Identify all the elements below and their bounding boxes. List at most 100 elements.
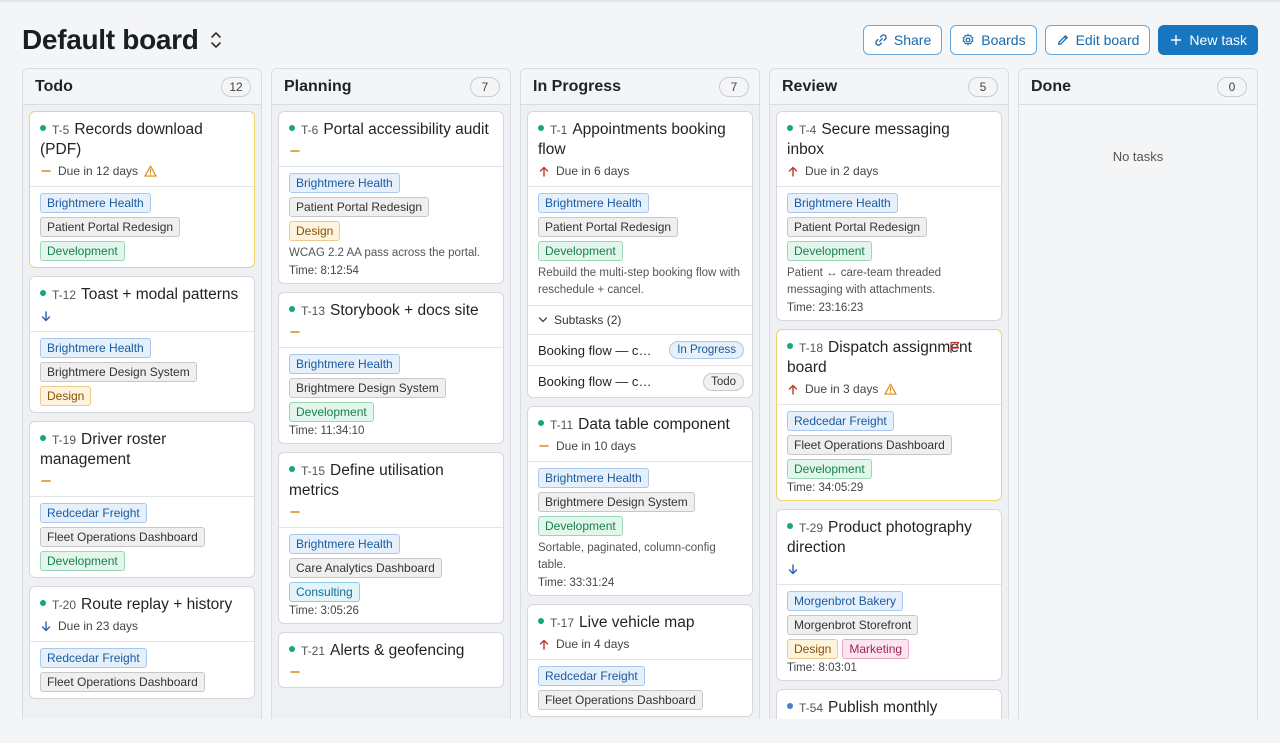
tag[interactable]: Fleet Operations Dashboard [538, 690, 703, 710]
column-header: Planning 7 [272, 69, 510, 105]
tag[interactable]: Consulting [289, 582, 360, 602]
tag[interactable]: Fleet Operations Dashboard [787, 435, 952, 455]
tag[interactable]: Morgenbrot Storefront [787, 615, 919, 635]
tag[interactable]: Brightmere Design System [289, 378, 446, 398]
tag[interactable]: Design [289, 221, 341, 241]
task-card[interactable]: T-29 Product photography direction Morgen… [776, 509, 1002, 681]
tag[interactable]: Development [538, 241, 623, 261]
task-card[interactable]: T-11 Data table component Due in 10 days … [527, 406, 753, 596]
task-card[interactable]: T-12 Toast + modal patterns Brightmere He… [29, 276, 255, 413]
task-card[interactable]: T-15 Define utilisation metrics Brightmer… [278, 452, 504, 624]
task-header: T-18 Dispatch assignment board Due in 3 d… [777, 330, 1001, 404]
tag[interactable]: Fleet Operations Dashboard [40, 527, 205, 547]
task-card[interactable]: T-19 Driver roster management Redcedar Fr… [29, 421, 255, 578]
tag[interactable]: Development [538, 516, 623, 536]
tag[interactable]: Brightmere Health [538, 193, 649, 213]
tag[interactable]: Brightmere Health [289, 534, 400, 554]
tag[interactable]: Morgenbrot Bakery [787, 591, 904, 611]
tag-list: Redcedar Freight Fleet Operations Dashboa… [538, 666, 742, 710]
priority-indicator [40, 620, 52, 632]
tag[interactable]: Development [289, 402, 374, 422]
task-id: T-1 [550, 123, 568, 137]
task-card[interactable]: T-20 Route replay + history Due in 23 day… [29, 586, 255, 699]
arrow-up-icon [788, 166, 798, 177]
tag[interactable]: Redcedar Freight [40, 648, 147, 668]
task-meta [40, 309, 244, 323]
priority-indicator [289, 326, 301, 338]
priority-indicator [538, 440, 550, 452]
task-card[interactable]: T-21 Alerts & geofencing [278, 632, 504, 688]
arrow-up-icon [539, 639, 549, 650]
task-details: Brightmere Health Patient Portal Redesign… [528, 186, 752, 305]
task-card[interactable]: T-17 Live vehicle map Due in 4 days Redce… [527, 604, 753, 717]
priority-indicator [40, 475, 52, 487]
subtasks-toggle[interactable]: Subtasks (2) [528, 306, 752, 335]
subtask-row[interactable]: Booking flow — confirmation Todo [528, 366, 752, 397]
task-meta [40, 474, 244, 488]
tag[interactable]: Brightmere Health [289, 354, 400, 374]
tag[interactable]: Development [787, 241, 872, 261]
task-card[interactable]: T-13 Storybook + docs site Brightmere Hea… [278, 292, 504, 444]
dash-icon [290, 671, 300, 673]
tag[interactable]: Development [40, 551, 125, 571]
edit-board-button[interactable]: Edit board [1044, 25, 1151, 55]
tag[interactable]: Design [40, 386, 92, 406]
tag[interactable]: Fleet Operations Dashboard [40, 672, 205, 692]
share-button[interactable]: Share [862, 25, 943, 55]
column-body: No tasks [1019, 105, 1257, 170]
tag[interactable]: Brightmere Design System [538, 492, 695, 512]
tag[interactable]: Brightmere Health [538, 468, 649, 488]
status-dot [787, 703, 793, 710]
task-card[interactable]: T-6 Portal accessibility audit Brightmere… [278, 111, 504, 284]
tag[interactable]: Redcedar Freight [787, 411, 894, 431]
tag[interactable]: Patient Portal Redesign [40, 217, 181, 237]
task-card[interactable]: T-1 Appointments booking flow Due in 6 da… [527, 111, 753, 398]
tag[interactable]: Development [787, 459, 872, 479]
tag[interactable]: Redcedar Freight [538, 666, 645, 686]
tag[interactable]: Brightmere Health [40, 193, 151, 213]
tag[interactable]: Patient Portal Redesign [787, 217, 928, 237]
tag[interactable]: Redcedar Freight [40, 503, 147, 523]
column-planning: Planning 7 T-6 Portal accessibility audit… [271, 68, 511, 728]
tag[interactable]: Brightmere Design System [40, 362, 197, 382]
dash-icon [290, 511, 300, 513]
warning-icon [144, 165, 157, 177]
task-card[interactable]: T-4 Secure messaging inbox Due in 2 days … [776, 111, 1002, 321]
tag[interactable]: Brightmere Health [787, 193, 898, 213]
tag[interactable]: Brightmere Health [40, 338, 151, 358]
tag[interactable]: Patient Portal Redesign [289, 197, 430, 217]
task-description: WCAG 2.2 AA pass across the portal. [289, 247, 481, 259]
tag-list: Brightmere Health Care Analytics Dashboar… [289, 534, 493, 602]
boards-button[interactable]: Boards [950, 25, 1037, 55]
subtask-row[interactable]: Booking flow — calendar In Progress [528, 335, 752, 366]
task-card[interactable]: T-5 Records download (PDF) Due in 12 days… [29, 111, 255, 268]
priority-indicator [787, 383, 799, 395]
new-task-button[interactable]: New task [1158, 25, 1258, 55]
task-title-line: T-1 Appointments booking flow [538, 120, 742, 160]
tag[interactable]: Care Analytics Dashboard [289, 558, 442, 578]
task-details: Brightmere Health Brightmere Design Syste… [30, 331, 254, 412]
task-meta [289, 325, 493, 339]
tag[interactable]: Brightmere Health [289, 173, 400, 193]
dash-icon [290, 150, 300, 152]
plus-icon [1171, 34, 1182, 46]
flag-icon[interactable] [949, 341, 961, 354]
column-count-badge: 7 [470, 76, 500, 97]
tag[interactable]: Design [787, 639, 839, 659]
gear-icon [962, 33, 974, 46]
task-id: T-18 [799, 341, 824, 355]
priority-indicator [40, 310, 52, 322]
task-meta: Due in 10 days [538, 439, 742, 453]
tag[interactable]: Development [40, 241, 125, 261]
board-switcher[interactable] [206, 29, 226, 51]
task-title: Data table component [578, 416, 730, 433]
task-card[interactable]: T-18 Dispatch assignment board Due in 3 d… [776, 329, 1002, 501]
task-id: T-17 [550, 616, 575, 630]
tag[interactable]: Patient Portal Redesign [538, 217, 679, 237]
task-description: Sortable, paginated, column-config table… [538, 542, 716, 571]
boards-label: Boards [981, 32, 1026, 48]
tag-list: Brightmere Health Patient Portal Redesign… [538, 193, 742, 261]
status-dot [289, 125, 295, 132]
column-body: T-6 Portal accessibility audit Brightmere… [272, 105, 510, 694]
tag[interactable]: Marketing [842, 639, 910, 659]
